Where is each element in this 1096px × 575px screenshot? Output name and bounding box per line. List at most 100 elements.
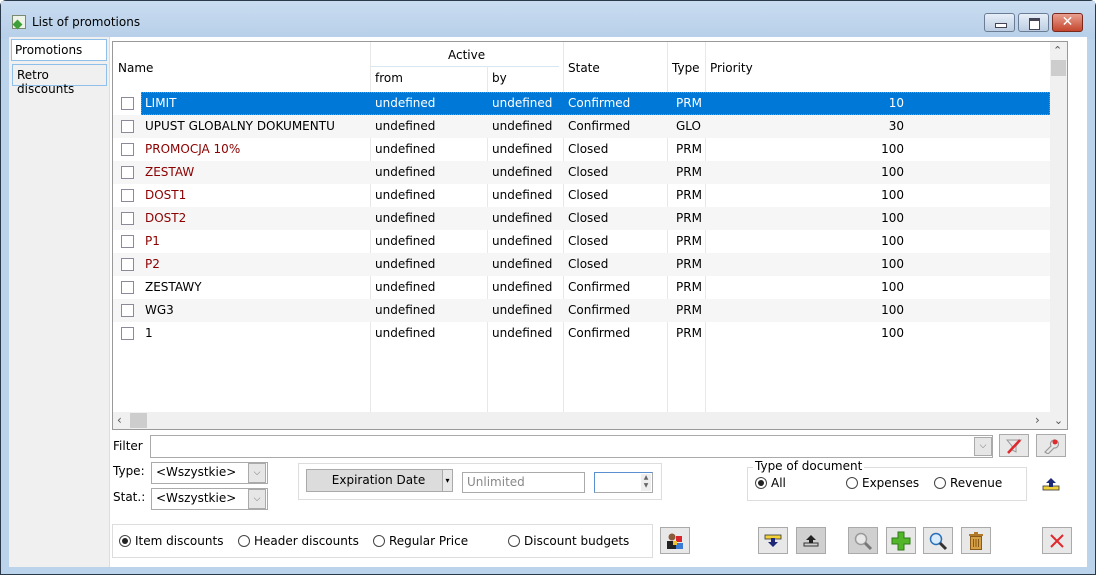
- scroll-right-icon[interactable]: ›: [1035, 413, 1040, 427]
- cell-priority: 100: [881, 326, 904, 340]
- table-row[interactable]: UPUST GLOBALNY DOKUMENTU undefined undefin…: [113, 115, 1050, 138]
- row-checkbox[interactable]: [121, 166, 134, 179]
- cell-name: LIMIT: [145, 96, 177, 110]
- expiration-value-input[interactable]: Unlimited: [462, 472, 585, 493]
- table-row[interactable]: DOST2 undefined undefined Closed PRM 100: [113, 207, 1050, 230]
- cell-priority: 100: [881, 257, 904, 271]
- expiration-date-button[interactable]: Expiration Date: [306, 469, 451, 492]
- row-checkbox[interactable]: [121, 327, 134, 340]
- row-checkbox[interactable]: [121, 97, 134, 110]
- table-row[interactable]: P2 undefined undefined Closed PRM 100: [113, 253, 1050, 276]
- window-title: List of promotions: [32, 15, 141, 29]
- table-row[interactable]: DOST1 undefined undefined Closed PRM 100: [113, 184, 1050, 207]
- close-icon: [1050, 533, 1064, 548]
- title-bar: List of promotions ✕: [1, 1, 1095, 39]
- delete-button[interactable]: [961, 527, 991, 554]
- cell-from: undefined: [375, 211, 436, 225]
- export-upload-button[interactable]: [1042, 477, 1060, 494]
- window-client: Promotions Retro discounts Name Active f…: [9, 37, 1087, 567]
- cell-priority: 100: [881, 303, 904, 317]
- table-row[interactable]: LIMIT undefined undefined Confirmed PRM 10: [113, 92, 1050, 115]
- row-checkbox[interactable]: [121, 235, 134, 248]
- cell-from: undefined: [375, 303, 436, 317]
- scroll-down-icon[interactable]: ⌄: [1050, 412, 1067, 429]
- column-header-by[interactable]: by: [492, 71, 507, 85]
- filter-dropdown-button[interactable]: ⌵: [974, 437, 992, 456]
- expiration-spin-input[interactable]: ▲ ▼: [594, 472, 653, 493]
- column-header-state[interactable]: State: [568, 61, 600, 75]
- filter-settings-button[interactable]: [1036, 434, 1066, 457]
- expiration-dropdown-button[interactable]: ▾: [442, 469, 453, 492]
- column-header-type[interactable]: Type: [672, 61, 700, 75]
- side-tab-promotions[interactable]: Promotions: [11, 39, 107, 61]
- table-row[interactable]: ZESTAW undefined undefined Closed PRM 100: [113, 161, 1050, 184]
- cell-priority: 100: [881, 165, 904, 179]
- customer-groups-button[interactable]: [660, 527, 690, 554]
- radio-discount-budgets[interactable]: Discount budgets: [508, 534, 629, 548]
- add-button[interactable]: [886, 527, 916, 554]
- vertical-scrollbar[interactable]: ⌃: [1050, 42, 1067, 412]
- radio-header-discounts[interactable]: Header discounts: [238, 534, 359, 548]
- cell-state: Confirmed: [568, 303, 631, 317]
- wrench-icon: [1044, 438, 1060, 454]
- row-checkbox[interactable]: [121, 120, 134, 133]
- document-type-legend: Type of document: [753, 459, 865, 473]
- radio-selected-icon: [119, 535, 131, 547]
- column-header-name[interactable]: Name: [118, 61, 153, 75]
- vertical-scroll-thumb[interactable]: [1051, 60, 1066, 76]
- type-dropdown-button[interactable]: ⌵: [248, 463, 266, 483]
- column-header-from[interactable]: from: [375, 71, 403, 85]
- side-tab-retro-discounts[interactable]: Retro discounts: [12, 64, 107, 96]
- radio-doc-all[interactable]: All: [755, 476, 786, 490]
- column-group-active: Active: [448, 48, 486, 62]
- row-checkbox[interactable]: [121, 281, 134, 294]
- table-row[interactable]: P1 undefined undefined Closed PRM 100: [113, 230, 1050, 253]
- cell-by: undefined: [492, 119, 553, 133]
- stat-dropdown-button[interactable]: ⌵: [248, 489, 266, 509]
- row-checkbox[interactable]: [121, 143, 134, 156]
- horizontal-scroll-thumb[interactable]: [130, 413, 147, 428]
- radio-doc-revenue[interactable]: Revenue: [934, 476, 1002, 490]
- close-button[interactable]: [1042, 527, 1072, 554]
- cell-name: DOST1: [145, 188, 187, 202]
- export-button[interactable]: [796, 527, 826, 554]
- column-header-priority[interactable]: Priority: [710, 61, 753, 75]
- cell-name: DOST2: [145, 211, 187, 225]
- clear-filter-button[interactable]: [999, 434, 1029, 457]
- preview-button[interactable]: [848, 527, 878, 554]
- row-checkbox[interactable]: [121, 189, 134, 202]
- stat-label: Stat.:: [113, 490, 146, 504]
- main-panel: Name Active from by State Type Priority …: [109, 37, 1087, 567]
- radio-regular-price[interactable]: Regular Price: [373, 534, 468, 548]
- search-button[interactable]: [923, 527, 953, 554]
- cell-priority: 10: [888, 96, 904, 110]
- cell-priority: 100: [881, 188, 904, 202]
- close-window-button[interactable]: ✕: [1052, 13, 1083, 32]
- maximize-button[interactable]: [1018, 13, 1049, 32]
- row-checkbox[interactable]: [121, 212, 134, 225]
- radio-doc-expenses-label: Expenses: [862, 476, 920, 490]
- radio-item-discounts[interactable]: Item discounts: [119, 534, 223, 548]
- table-row[interactable]: ZESTAWY undefined undefined Confirmed PRM 100: [113, 276, 1050, 299]
- spin-arrows-icon[interactable]: ▲ ▼: [641, 474, 651, 491]
- cell-by: undefined: [492, 326, 553, 340]
- table-row[interactable]: 1 undefined undefined Confirmed PRM 100: [113, 322, 1050, 345]
- table-row[interactable]: WG3 undefined undefined Confirmed PRM 100: [113, 299, 1050, 322]
- row-checkbox[interactable]: [121, 304, 134, 317]
- radio-icon: [373, 535, 385, 547]
- magnifier-disabled-icon: [854, 532, 873, 550]
- cell-name: PROMOCJA 10%: [145, 142, 241, 156]
- row-checkbox[interactable]: [121, 258, 134, 271]
- filter-input[interactable]: [150, 435, 993, 458]
- radio-regular-price-label: Regular Price: [389, 534, 469, 548]
- minimize-button[interactable]: [984, 13, 1015, 32]
- scroll-left-icon[interactable]: ‹: [117, 413, 122, 427]
- cell-state: Confirmed: [568, 96, 631, 110]
- scroll-up-icon[interactable]: ⌃: [1053, 44, 1062, 57]
- cell-from: undefined: [375, 326, 436, 340]
- import-button[interactable]: [758, 527, 788, 554]
- cell-priority: 100: [881, 142, 904, 156]
- horizontal-scrollbar[interactable]: ‹ ›: [113, 412, 1050, 429]
- table-row[interactable]: PROMOCJA 10% undefined undefined Closed PRM 1…: [113, 138, 1050, 161]
- radio-doc-expenses[interactable]: Expenses: [846, 476, 919, 490]
